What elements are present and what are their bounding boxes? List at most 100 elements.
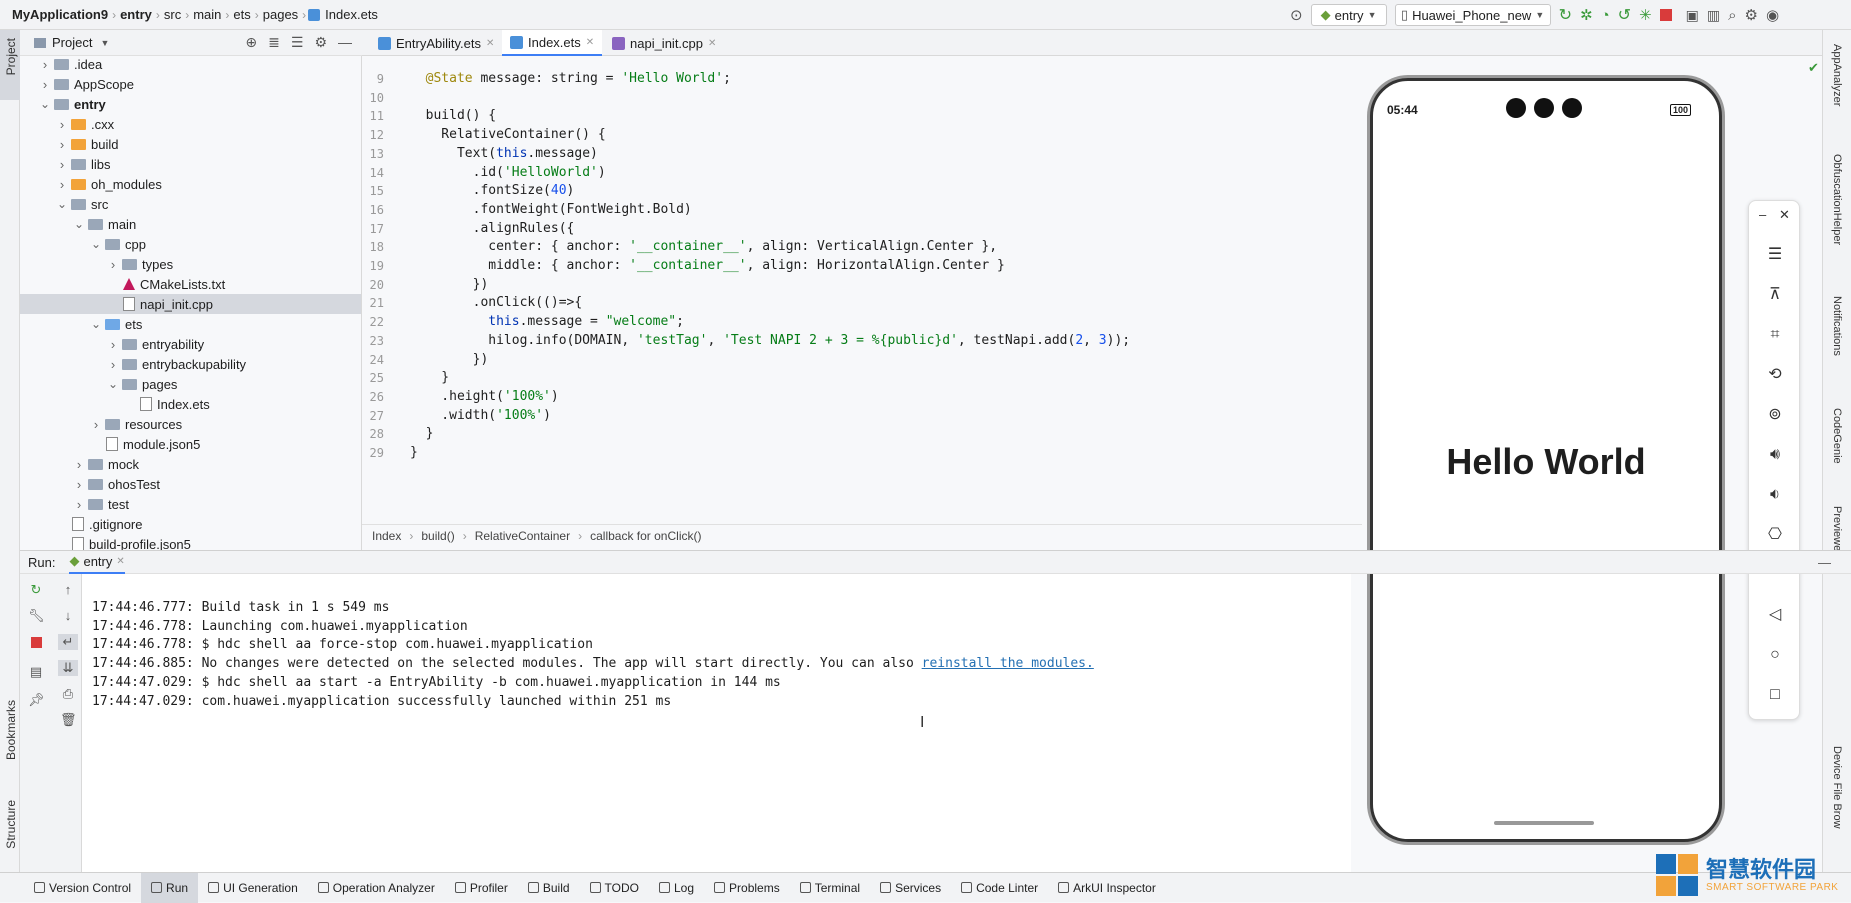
tree-item[interactable]: › ohosTest bbox=[20, 474, 160, 494]
wrench-icon[interactable]: 🔧︎ bbox=[28, 608, 45, 624]
locate-file-icon[interactable]: ⊕ bbox=[245, 34, 257, 51]
breadcrumb-item[interactable]: src bbox=[162, 7, 183, 22]
toolwindow-code-linter[interactable]: Code Linter bbox=[951, 873, 1048, 903]
toolwindow-terminal[interactable]: Terminal bbox=[790, 873, 870, 903]
breadcrumb-item[interactable]: main bbox=[191, 7, 223, 22]
tree-item[interactable]: ⌄ src bbox=[20, 194, 108, 214]
close-icon[interactable]: ✕ bbox=[708, 38, 716, 49]
code-line[interactable]: .fontSize(40) bbox=[410, 183, 575, 202]
code-line[interactable]: center: { anchor: '__container__', align… bbox=[410, 239, 997, 258]
close-icon[interactable]: ✕ bbox=[1779, 207, 1790, 223]
stop-icon[interactable] bbox=[1659, 9, 1672, 21]
code-breadcrumb-item[interactable]: Index bbox=[372, 529, 401, 543]
code-breadcrumb-item[interactable]: build() bbox=[421, 529, 454, 543]
phone-emulator[interactable]: 05:44 100 Hello World bbox=[1370, 78, 1722, 842]
rerun-icon[interactable]: ↻ bbox=[1559, 5, 1572, 25]
previewer-tool-button[interactable]: Previewer bbox=[1831, 506, 1843, 555]
attach-debugger-icon[interactable]: ✳ bbox=[1639, 6, 1652, 24]
tree-item[interactable]: napi_init.cpp bbox=[20, 294, 361, 314]
expand-all-icon[interactable]: ≣ bbox=[268, 34, 280, 51]
code-line[interactable]: } bbox=[410, 370, 449, 389]
tree-item[interactable]: › AppScope bbox=[20, 74, 134, 94]
breadcrumb-item[interactable]: ets bbox=[231, 7, 252, 22]
toolwindow-version-control[interactable]: Version Control bbox=[24, 873, 141, 903]
chevron-right-icon[interactable]: › bbox=[56, 117, 68, 132]
chevron-down-icon[interactable]: ⌄ bbox=[90, 317, 102, 331]
code-line[interactable]: Text(this.message) bbox=[410, 146, 598, 165]
chevron-down-icon[interactable]: ⌄ bbox=[56, 197, 68, 211]
project-view-select[interactable]: Project bbox=[52, 35, 92, 50]
toolwindow-operation-analyzer[interactable]: Operation Analyzer bbox=[308, 873, 445, 903]
tab-napi-init[interactable]: napi_init.cpp ✕ bbox=[608, 30, 728, 56]
chevron-right-icon[interactable]: › bbox=[107, 257, 119, 272]
scroll-to-end-icon[interactable]: ⇊ bbox=[58, 660, 78, 676]
module-select[interactable]: ◆ entry ▼ bbox=[1310, 4, 1387, 26]
code-line[interactable]: .height('100%') bbox=[410, 389, 558, 408]
toolwindow-ui-generation[interactable]: UI Generation bbox=[198, 873, 308, 903]
code-line[interactable]: @State message: string = 'Hello World'; bbox=[410, 71, 731, 90]
toolwindow-services[interactable]: Services bbox=[870, 873, 951, 903]
tree-item[interactable]: › .idea bbox=[20, 56, 102, 74]
pin-icon[interactable]: 📌︎ bbox=[28, 692, 45, 708]
home-icon[interactable]: ○ bbox=[1765, 645, 1785, 665]
phone-hello-text[interactable]: Hello World bbox=[1373, 441, 1719, 483]
chevron-right-icon[interactable]: › bbox=[73, 497, 85, 512]
tree-item[interactable]: › libs bbox=[20, 154, 111, 174]
gear-icon[interactable]: ⚙ bbox=[314, 34, 327, 51]
debug-icon[interactable]: ✲ bbox=[1580, 6, 1593, 24]
tree-item[interactable]: .gitignore bbox=[20, 514, 142, 534]
gear-icon[interactable]: ⚙ bbox=[1744, 6, 1757, 24]
tree-item[interactable]: build-profile.json5 bbox=[20, 534, 191, 550]
chevron-right-icon[interactable]: › bbox=[56, 177, 68, 192]
minimize-icon[interactable]: – bbox=[1759, 207, 1766, 222]
chevron-down-icon[interactable]: ⌄ bbox=[39, 97, 51, 111]
tab-entryability[interactable]: EntryAbility.ets ✕ bbox=[372, 30, 500, 56]
hide-icon[interactable]: — bbox=[1818, 555, 1831, 570]
close-icon[interactable]: ✕ bbox=[486, 38, 494, 49]
code-line[interactable]: .onClick(()=>{ bbox=[410, 295, 583, 314]
settings-target-icon[interactable]: ⊙ bbox=[1290, 6, 1303, 24]
profile-icon[interactable]: ◔ bbox=[1601, 7, 1610, 24]
tree-item[interactable]: Index.ets bbox=[20, 394, 210, 414]
code-line[interactable]: .fontWeight(FontWeight.Bold) bbox=[410, 202, 692, 221]
code-line[interactable]: }) bbox=[410, 352, 489, 371]
breadcrumb-item[interactable]: MyApplication9 bbox=[10, 7, 110, 22]
tree-item[interactable]: ⌄ ets bbox=[20, 314, 142, 334]
chevron-right-icon[interactable]: › bbox=[39, 57, 51, 72]
tab-index[interactable]: Index.ets ✕ bbox=[502, 30, 602, 56]
breadcrumb-item[interactable]: pages bbox=[261, 7, 300, 22]
rerun-icon[interactable]: ↻ bbox=[28, 582, 44, 598]
project-tool-window-button[interactable]: Project bbox=[0, 30, 20, 100]
tree-item[interactable]: › test bbox=[20, 494, 129, 514]
device-file-browser-tool-button[interactable]: Device File Brow bbox=[1831, 746, 1843, 829]
rotate-alt-icon[interactable]: ⊚ bbox=[1765, 405, 1785, 425]
tree-item[interactable]: ⌄ entry bbox=[20, 94, 106, 114]
appanalyzer-tool-button[interactable]: AppAnalyzer bbox=[1831, 44, 1843, 106]
tree-item[interactable]: › resources bbox=[20, 414, 182, 434]
chevron-right-icon[interactable]: › bbox=[73, 477, 85, 492]
crop-icon[interactable]: ⌗ bbox=[1765, 325, 1785, 345]
tree-item[interactable]: ⌄ pages bbox=[20, 374, 177, 394]
apply-changes-icon[interactable]: ↺ bbox=[1618, 5, 1631, 25]
chevron-down-icon[interactable]: ⌄ bbox=[90, 237, 102, 251]
breadcrumb-item[interactable]: entry bbox=[118, 7, 154, 22]
chevron-down-icon[interactable]: ▼ bbox=[100, 38, 109, 48]
tree-item[interactable]: › entrybackupability bbox=[20, 354, 246, 374]
code-line[interactable]: RelativeContainer() { bbox=[410, 127, 605, 146]
toolwindow-profiler[interactable]: Profiler bbox=[445, 873, 518, 903]
code-line[interactable]: }) bbox=[410, 277, 489, 296]
arrow-down-icon[interactable]: ↓ bbox=[60, 608, 76, 624]
chevron-right-icon[interactable]: › bbox=[39, 77, 51, 92]
chevron-down-icon[interactable]: ⌄ bbox=[107, 377, 119, 391]
rotate-icon[interactable]: ⟲ bbox=[1765, 365, 1785, 385]
tree-item[interactable]: › oh_modules bbox=[20, 174, 162, 194]
run-console[interactable]: I 17:44:46.777: Build task in 1 s 549 ms… bbox=[82, 574, 1351, 872]
breadcrumb-item[interactable]: Index.ets bbox=[323, 7, 380, 22]
tree-item[interactable]: module.json5 bbox=[20, 434, 200, 454]
volume-down-icon[interactable]: 🔉︎ bbox=[1765, 485, 1785, 505]
tree-item[interactable]: ⌄ main bbox=[20, 214, 136, 234]
project-structure-icon[interactable]: ▣ bbox=[1686, 7, 1699, 24]
toolwindow-run[interactable]: Run bbox=[141, 872, 199, 903]
chevron-right-icon[interactable]: › bbox=[56, 137, 68, 152]
toolwindow-arkui-inspector[interactable]: ArkUI Inspector bbox=[1048, 873, 1166, 903]
